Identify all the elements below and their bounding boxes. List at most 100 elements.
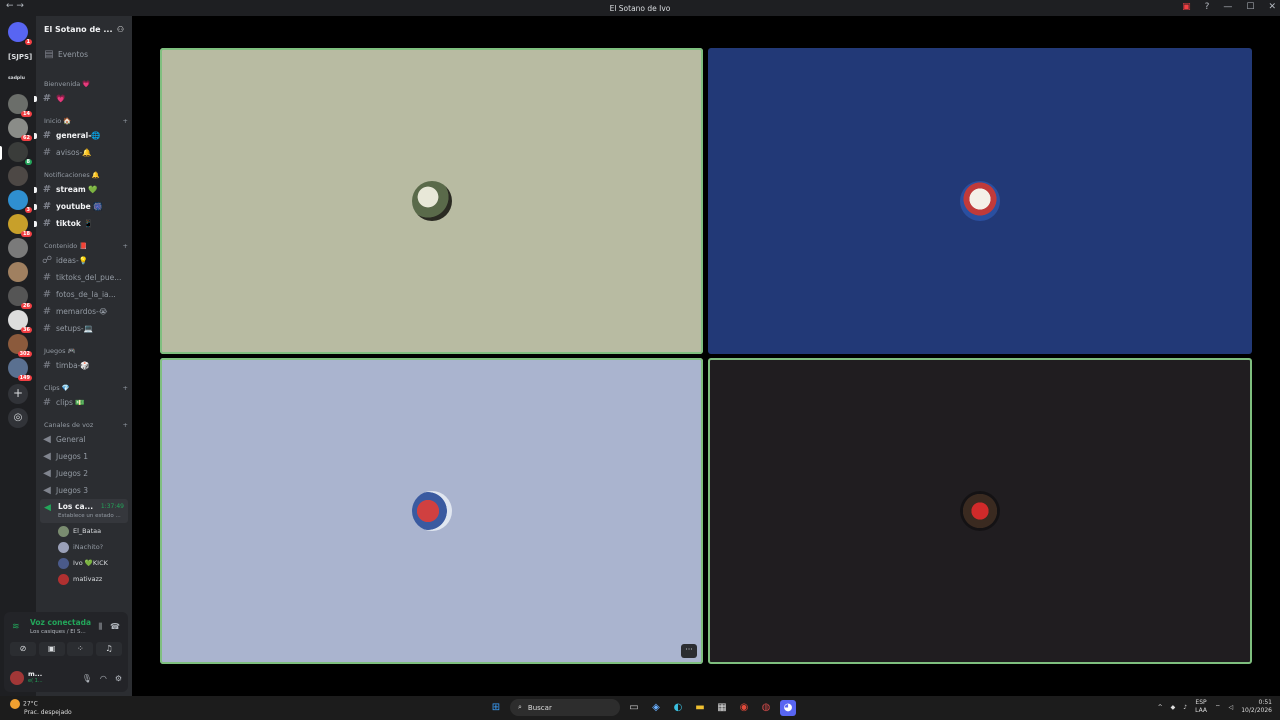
category-juegos[interactable]: Juegos 🎮 <box>44 347 128 355</box>
channel-clips[interactable]: # clips 💵 <box>40 395 128 410</box>
volume-icon[interactable]: ◁ <box>1229 704 1234 711</box>
server-icon[interactable]: 3 <box>8 190 32 213</box>
app-icon[interactable]: ◍ <box>758 700 774 716</box>
taskbar: 27°C Prac. despejado ⊞ ⌕ Buscar ▭ ◈ ◐ ▬ … <box>0 696 1280 720</box>
avatar[interactable] <box>411 181 452 221</box>
channel-general[interactable]: # general-🌐 <box>34 128 128 143</box>
voice-connected-status[interactable]: Voz conectada <box>30 618 91 627</box>
active-voice-channel[interactable]: ◀ Los ca... 1:37:49 Establece un estado … <box>40 499 128 523</box>
voice-user[interactable]: El_Bataa <box>58 524 130 538</box>
edge-icon[interactable]: ◐ <box>670 700 686 716</box>
events-item[interactable]: ▤ Eventos <box>42 47 130 62</box>
channel-tiktok[interactable]: # tiktok 📱 <box>34 216 128 231</box>
tray-app-icon[interactable]: ◆ <box>1171 704 1176 711</box>
microphone-icon[interactable]: 🎙 <box>82 674 92 683</box>
start-icon[interactable]: ⊞ <box>488 700 504 716</box>
voice-channel-juegos-2[interactable]: ◀ Juegos 2 <box>40 466 128 481</box>
add-member-icon[interactable]: ⚇ <box>117 25 124 34</box>
channel-timba[interactable]: # timba-🎲 <box>40 358 128 373</box>
server-icon[interactable]: 8 <box>8 142 32 165</box>
voice-channel-juegos-3[interactable]: ◀ Juegos 3 <box>40 483 128 498</box>
chevron-up-icon[interactable]: ^ <box>1158 704 1163 711</box>
screen-share-button[interactable]: ▣ <box>38 642 65 656</box>
weather-widget[interactable]: 27°C Prac. despejado <box>10 699 72 717</box>
server-icon[interactable]: 36 <box>8 310 32 333</box>
avatar[interactable] <box>960 181 1000 221</box>
file-explorer-icon[interactable]: ▬ <box>692 700 708 716</box>
copilot-icon[interactable]: ◈ <box>648 700 664 716</box>
channel-setups[interactable]: # setups-💻 <box>40 321 128 336</box>
voice-channel-general[interactable]: ◀ General <box>40 432 128 447</box>
server-header[interactable]: El Sotano de ... ⚇ <box>36 16 132 42</box>
help-icon[interactable]: ? <box>1205 2 1210 12</box>
channel-avisos[interactable]: # avisos-🔔 <box>40 145 128 160</box>
signal-icon[interactable]: ≋ <box>12 622 20 632</box>
explore-icon[interactable]: ◎ <box>8 408 28 428</box>
add-channel-icon[interactable]: + <box>123 242 128 250</box>
participant-tile[interactable] <box>708 48 1252 354</box>
minimize-button[interactable]: — <box>1223 2 1232 12</box>
disconnect-icon[interactable]: ☎ <box>110 622 120 631</box>
voice-status[interactable]: Establece un estado ... <box>58 513 121 519</box>
avatar[interactable] <box>10 671 24 685</box>
server-icon[interactable]: 18 <box>8 214 32 237</box>
voice-channel-juegos-1[interactable]: ◀ Juegos 1 <box>40 449 128 464</box>
soundboard-button[interactable]: ♫ <box>95 642 122 656</box>
channel-stream[interactable]: # stream 💚 <box>34 182 128 197</box>
category-inicio[interactable]: Inicio 🏠 + <box>44 117 128 125</box>
category-bienvenida[interactable]: Bienvenida 💗 <box>44 80 128 88</box>
server-icon[interactable]: 149 <box>8 358 32 381</box>
add-channel-icon[interactable]: + <box>123 384 128 392</box>
add-server-icon[interactable]: + <box>8 384 28 404</box>
category-canales-voz[interactable]: Canales de voz + <box>44 421 128 429</box>
channel-youtube[interactable]: # youtube 🎆 <box>34 199 128 214</box>
server-icon[interactable]: 62 <box>8 118 32 141</box>
channel-memardos[interactable]: # memardos-😭 <box>40 304 128 319</box>
server-icon[interactable] <box>8 262 28 282</box>
channel-fotos[interactable]: # fotos_de_la_ia... <box>40 287 128 302</box>
channel-heart[interactable]: # 💗 <box>34 91 128 106</box>
home-button[interactable]: 1 <box>8 22 32 45</box>
add-channel-icon[interactable]: + <box>123 421 128 429</box>
channel-tiktoks[interactable]: # tiktoks_del_pue... <box>40 270 128 285</box>
participant-tile[interactable] <box>160 48 703 354</box>
server-icon[interactable] <box>8 166 28 186</box>
maximize-button[interactable]: ☐ <box>1246 2 1254 12</box>
inbox-icon[interactable]: ▣ <box>1182 2 1191 12</box>
voice-user[interactable]: mativazz <box>58 572 130 586</box>
store-icon[interactable]: ▦ <box>714 700 730 716</box>
server-icon[interactable] <box>8 238 28 258</box>
chrome-icon[interactable]: ◉ <box>736 700 752 716</box>
server-sjps[interactable]: [SJPS] <box>8 53 32 61</box>
server-icon[interactable]: 14 <box>8 94 32 117</box>
settings-gear-icon[interactable]: ⚙ <box>115 674 122 683</box>
voice-user[interactable]: Ivo 💚KICK <box>58 556 130 570</box>
server-icon[interactable]: 26 <box>8 286 32 309</box>
participant-tile[interactable] <box>708 358 1252 664</box>
avatar[interactable] <box>411 491 452 531</box>
voice-user[interactable]: iNachito? <box>58 540 130 554</box>
discord-icon[interactable]: ◕ <box>780 699 796 716</box>
mic-tray-icon[interactable]: ♪ <box>1183 704 1187 711</box>
category-clips[interactable]: Clips 💎 + <box>44 384 128 392</box>
headphones-icon[interactable]: ◠ <box>100 674 107 683</box>
more-options-button[interactable]: ··· <box>681 644 697 658</box>
category-contenido[interactable]: Contenido 📕 + <box>44 242 128 250</box>
voice-channel-path[interactable]: Los casiques / El S... <box>30 629 86 635</box>
add-channel-icon[interactable]: + <box>123 117 128 125</box>
participant-tile[interactable]: ··· <box>160 358 703 664</box>
activities-button[interactable]: ⁘ <box>67 642 94 656</box>
close-button[interactable]: ✕ <box>1268 2 1276 12</box>
server-sadplu[interactable]: sadplu <box>8 76 25 81</box>
category-notificaciones[interactable]: Notificaciones 🔔 <box>44 171 128 179</box>
wifi-icon[interactable]: ⌔ <box>1215 703 1221 711</box>
avatar[interactable] <box>960 491 1000 531</box>
server-icon[interactable]: 302 <box>8 334 32 357</box>
noise-suppression-icon[interactable]: ⫼ <box>98 622 102 632</box>
clock[interactable]: 0:51 10/2/2026 <box>1241 699 1272 715</box>
channel-ideas[interactable]: ☍ ideas-💡 <box>40 253 128 268</box>
camera-off-button[interactable]: ⊘ <box>10 642 36 656</box>
language-indicator[interactable]: ESP LAA <box>1195 699 1207 715</box>
search-box[interactable]: ⌕ Buscar <box>510 699 620 716</box>
task-view-icon[interactable]: ▭ <box>626 700 642 716</box>
